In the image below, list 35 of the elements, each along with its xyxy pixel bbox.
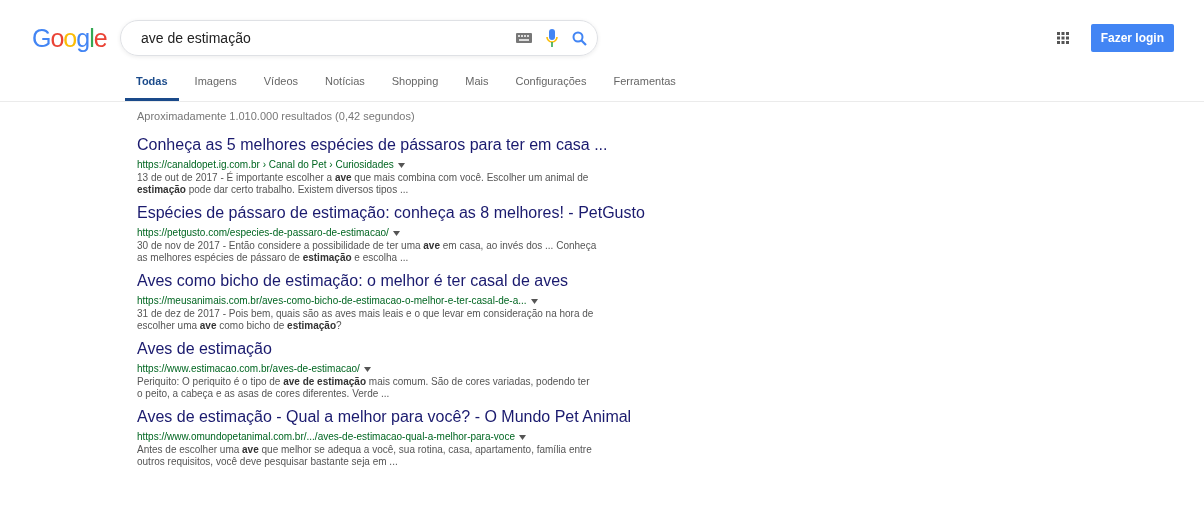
search-tab[interactable]: Todas [125,66,179,101]
result-url: https://petgusto.com/especies-de-passaro-de-estimacao/ [137,227,389,238]
search-tab[interactable]: Imagens [183,66,248,101]
result-title-link[interactable]: Aves como bicho de estimação: o melhor é ter casal de aves [137,272,569,289]
result-title-link[interactable]: Conheça as 5 melhores espécies de pássaros para ter em casa ... [137,136,608,153]
keyboard-icon[interactable] [516,33,532,43]
result-title-link[interactable]: Espécies de pássaro de estimação: conheça as 8 melhores! - PetGusto [137,204,645,221]
apps-grid-icon[interactable] [1056,32,1069,44]
result-snippet: 31 de dez de 2017 - Pois bem, quais são as aves mais leais e o que levar em consideração na hora de escolher uma ave como bicho de estimação? [137,308,595,332]
dropdown-caret-icon[interactable] [530,299,538,304]
result-title-link[interactable]: Aves de estimação [137,340,272,357]
dropdown-caret-icon[interactable] [392,231,400,236]
dropdown-caret-icon[interactable] [363,367,371,372]
search-tab[interactable]: Shopping [380,66,450,101]
search-tab[interactable]: Mais [454,66,500,101]
search-tab[interactable]: Ferramentas [602,66,687,101]
google-logo[interactable]: Google [32,23,120,53]
result-url: https://canaldopet.ig.com.br › Canal do Pet › Curiosidades [137,159,394,170]
result-snippet: Antes de escolher uma ave que melhor se adequa a você, sua rotina, casa, apartamento, família entre outros requisitos, você deve pesquisar bastante seja em ... [137,444,593,468]
microphone-icon[interactable] [546,29,558,47]
search-tab[interactable]: Vídeos [252,66,310,101]
result-url: https://www.omundopetanimal.com.br/.../aves-de-estimacao-qual-a-melhor-para-voce [137,431,515,442]
result-url: https://meusanimais.com.br/aves-como-bicho-de-estimacao-o-melhor-e-ter-casal-de-a... [137,295,527,306]
result-snippet: Periquito: O periquito é o tipo de ave de estimação mais comum. São de cores variadas, podendo ter o peito, a cabeça e as asas de cores diferentes. Verde ... [137,376,591,400]
search-tab[interactable]: Notícias [314,66,376,101]
login-button[interactable]: Fazer login [1090,24,1174,52]
result-title-link[interactable]: Aves de estimação - Qual a melhor para você? - O Mundo Pet Animal [137,408,632,425]
search-icon[interactable] [572,30,587,46]
dropdown-caret-icon[interactable] [397,163,405,168]
dropdown-caret-icon[interactable] [518,435,526,440]
result-url: https://www.estimacao.com.br/aves-de-estimacao/ [137,363,360,374]
search-tab[interactable]: Configurações [504,66,598,101]
result-snippet: 13 de out de 2017 - É importante escolher a ave que mais combina com você. Escolher um animal de estimação pode dar certo trabalho. Existem diversos tipos ... [137,172,590,196]
result-stats: Aproximadamente 1.010.000 resultados (0,42 segundos) [137,110,416,122]
result-snippet: 30 de nov de 2017 - Então considere a possibilidade de ter uma ave em casa, ao invés dos ... Conheça as melhores espécies de pássaro de estimação e escolha ... [137,240,597,264]
